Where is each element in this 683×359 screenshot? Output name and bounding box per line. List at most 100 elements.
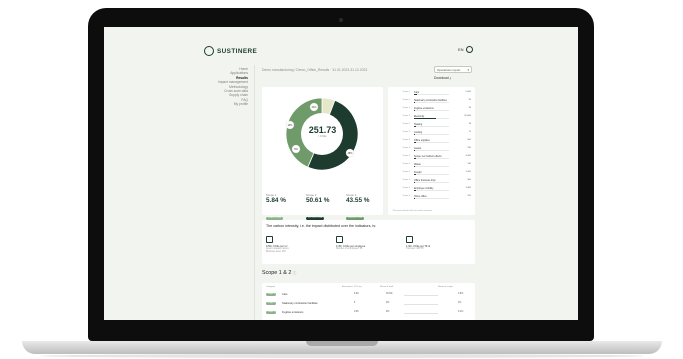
category-bar-row[interactable]: Scope 3 Assets 310 — [392, 147, 472, 154]
category-bar-track — [414, 158, 449, 160]
category-group-label: Scope 2 — [402, 123, 410, 125]
sidebar-item-my-profile[interactable]: My profile — [204, 102, 248, 106]
intensity-basis: Turnover: 184 T€ — [406, 248, 424, 251]
category-bar-track — [414, 118, 449, 120]
sidebar-divider — [254, 65, 255, 320]
category-bar-row[interactable]: Scope 3 Freight 1,200 — [392, 171, 472, 178]
laptop-shadow — [40, 354, 644, 358]
language-switch[interactable]: EN — [458, 46, 473, 53]
category-value: 2,000 — [465, 91, 471, 93]
category-bar-row[interactable]: Scope 3 Scope 1+2 indirect effects 4,500 — [392, 155, 472, 162]
download-button[interactable]: Download ⤓ — [434, 76, 451, 80]
app-screen: SUSTINERE EN Home Applications Results Impa… — [104, 27, 578, 320]
scope-summary-value: 5.84 % — [266, 197, 286, 204]
col-category: Category — [266, 286, 275, 288]
report-select-value: Operations report — [437, 68, 461, 72]
category-group-label: Scope 3 — [402, 139, 410, 141]
category-bar-row[interactable]: Scope 2 Cooling 12 — [392, 131, 472, 138]
intensity-item-2: 4.45 t CO2e per employee Number of employ… — [336, 236, 398, 251]
category-group-label: Scope 3 — [402, 195, 410, 197]
category-group-label: Scope 3 — [402, 147, 410, 149]
category-bar-row[interactable]: Scope 3 Home office 120 — [392, 195, 472, 202]
category-bar-row[interactable]: Scope 2 Electricity 20,000 — [392, 115, 472, 122]
person-icon — [336, 236, 343, 243]
row-share-bar — [404, 313, 438, 314]
report-select[interactable]: Operations report ▾ — [434, 66, 472, 73]
row-share-total: 0% — [386, 311, 390, 313]
scope-tag: Scope 1 — [266, 311, 277, 314]
category-group-label: Scope 1 — [402, 99, 410, 101]
table-row[interactable]: Scope 1 Stationary combustion facilities 5… — [266, 301, 472, 308]
bars-footnote: * Emissions deduct offset or carbon remo… — [392, 210, 433, 212]
category-group-label: Scope 2 — [402, 131, 410, 133]
row-emissions: 4.69 — [354, 293, 359, 295]
category-bar-fill — [414, 190, 417, 192]
category-group-label: Scope 1 — [402, 107, 410, 109]
category-bar-row[interactable]: Scope 1 Stationary combustion facilities 9… — [392, 99, 472, 106]
category-value: 12 — [468, 131, 471, 133]
scope-summary-value: 50.61 % — [306, 197, 330, 204]
category-bar-row[interactable]: Scope 3 Office supplies 500 — [392, 139, 472, 146]
category-bar-fill — [414, 110, 416, 112]
category-bar-track — [414, 134, 449, 136]
row-share-scope: 1% — [458, 302, 462, 304]
category-bar-fill — [414, 150, 416, 152]
category-group-label: Scope 3 — [402, 179, 410, 181]
language-label: EN — [458, 47, 464, 52]
category-bar-row[interactable]: Scope 3 Office business trips 300 — [392, 179, 472, 186]
row-category: Fugitive emissions — [282, 311, 304, 314]
scope12-title: Scope 1 & 2 ⓘ — [262, 270, 296, 276]
col-emissions: Emissions t CO2 eq — [342, 286, 362, 288]
category-bar-row[interactable]: Scope 1 Fugitive emissions 35 — [392, 107, 472, 114]
breadcrumb: Demo manufacturing / Demo_Office_Results… — [262, 68, 368, 72]
category-value: 140 — [467, 163, 471, 165]
category-bar-track — [414, 190, 449, 192]
scope-tag: Scope 1 — [266, 302, 277, 305]
camera-dot — [339, 18, 343, 22]
row-share-bar — [404, 304, 438, 305]
category-value: 120 — [467, 195, 471, 197]
intensity-item-3: 1.36 t CO2e per T€ of Turnover: 184 T€ — [406, 236, 468, 251]
category-value: 18 — [468, 123, 471, 125]
category-bar-row[interactable]: Scope 3 Waste 140 — [392, 163, 472, 170]
category-value: 300 — [467, 179, 471, 181]
row-share-scope: 0.1% — [458, 311, 464, 313]
category-bar-track — [414, 126, 449, 128]
category-bar-track — [414, 150, 449, 152]
category-value: 4,500 — [465, 155, 471, 157]
category-group-label: Scope 3 — [402, 155, 410, 157]
download-label: Download — [434, 76, 449, 80]
row-category: Cars — [282, 293, 288, 296]
category-group-label: Scope 3 — [402, 187, 410, 189]
logo[interactable]: SUSTINERE — [204, 46, 257, 56]
carbon-intensity-card: The carbon intensity, i.e. the impact di… — [262, 220, 475, 264]
category-value: 310 — [467, 147, 471, 149]
info-icon[interactable]: ⓘ — [293, 271, 296, 275]
category-bar-row[interactable]: Scope 2 Heating 18 — [392, 123, 472, 130]
download-icon: ⤓ — [449, 76, 452, 80]
donut-center-value: 251.73 — [308, 125, 337, 135]
row-emissions: 5 — [354, 302, 356, 304]
col-share-total: Share of total — [380, 286, 394, 288]
table-row[interactable]: Scope 1 Cars 4.69 18.6% 3.6% — [266, 292, 472, 299]
table-row[interactable]: Scope 1 Fugitive emissions 0.05 0% 0.1% — [266, 310, 472, 317]
row-emissions: 0.05 — [354, 311, 359, 313]
row-share-scope: 3.6% — [458, 293, 464, 295]
category-bar-row[interactable]: Scope 1 Cars 2,000 — [392, 91, 472, 98]
category-bar-fill — [414, 166, 416, 168]
category-value: 1,900 — [465, 187, 471, 189]
chevron-down-icon: ▾ — [467, 68, 469, 72]
category-value: 20,000 — [464, 115, 471, 117]
scope12-table: Category Emissions t CO2 eq Share of tot… — [262, 283, 475, 320]
category-group-label: Scope 1 — [402, 91, 410, 93]
row-share-total: 18.6% — [386, 293, 393, 295]
category-value: 95 — [468, 99, 471, 101]
category-bar-row[interactable]: Scope 3 Employee mobility 1,900 — [392, 187, 472, 194]
category-bar-fill — [414, 182, 416, 184]
scope-tag: Scope 1 — [266, 293, 277, 296]
category-group-label: Scope 3 — [402, 163, 410, 165]
category-bar-fill — [414, 94, 417, 96]
intensity-item-1: 9.59 t CO2e per m² Area in square metres B… — [266, 236, 328, 254]
scope-donut-card: 16% 48% 31% 5% 251.73 t CO2e Scope 1 5.84 % 1… — [262, 87, 383, 220]
category-bar-fill — [414, 126, 416, 128]
